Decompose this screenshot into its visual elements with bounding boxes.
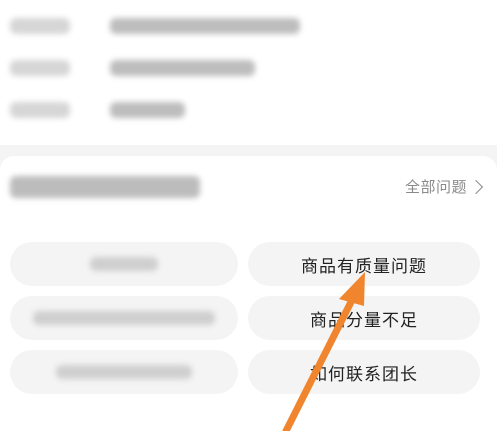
question-text-blurred bbox=[32, 311, 216, 325]
info-value-blurred bbox=[110, 60, 255, 76]
info-label-blurred bbox=[10, 18, 70, 34]
info-row bbox=[0, 98, 497, 122]
order-info-card bbox=[0, 0, 497, 145]
question-text-blurred bbox=[89, 257, 159, 271]
question-pill-blurred[interactable] bbox=[10, 350, 238, 394]
question-label: 商品有质量问题 bbox=[301, 256, 427, 277]
info-value-blurred bbox=[110, 18, 300, 34]
common-questions-card: 全部问题 商品有质量问题 商品分量不足 如何联系团长 bbox=[0, 156, 497, 431]
info-row bbox=[0, 14, 497, 38]
info-label-blurred bbox=[10, 60, 70, 76]
view-all-questions-link[interactable]: 全部问题 bbox=[404, 176, 484, 197]
question-pill-quantity[interactable]: 商品分量不足 bbox=[248, 296, 480, 340]
question-pill-blurred[interactable] bbox=[10, 242, 238, 286]
info-label-blurred bbox=[10, 102, 70, 118]
view-all-label: 全部问题 bbox=[404, 178, 467, 196]
question-label: 商品分量不足 bbox=[310, 310, 418, 331]
question-pill-blurred[interactable] bbox=[10, 296, 238, 340]
question-label: 如何联系团长 bbox=[310, 364, 418, 385]
question-pill-quality[interactable]: 商品有质量问题 bbox=[248, 242, 480, 286]
info-row bbox=[0, 56, 497, 80]
chevron-right-icon bbox=[468, 179, 484, 194]
question-text-blurred bbox=[55, 365, 193, 379]
info-value-blurred bbox=[110, 102, 185, 118]
section-title-blurred bbox=[10, 176, 200, 198]
question-pill-contact[interactable]: 如何联系团长 bbox=[248, 350, 480, 394]
